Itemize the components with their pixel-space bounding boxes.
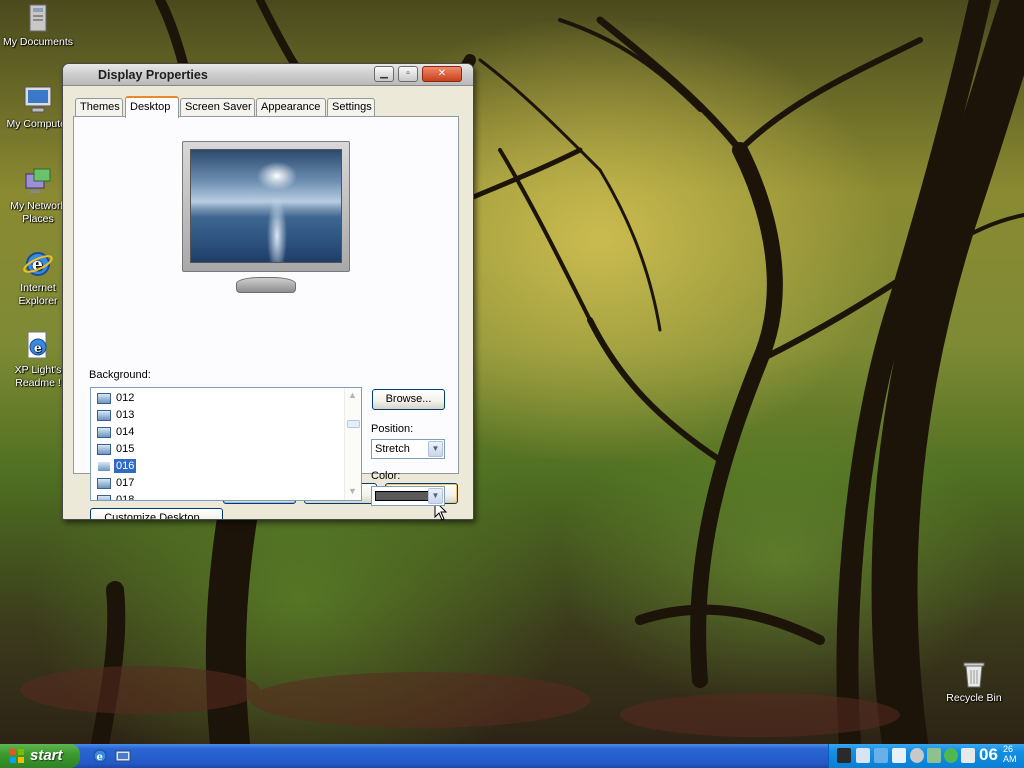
background-list-item[interactable]: 013	[95, 407, 345, 424]
chevron-down-icon[interactable]: ▼	[428, 441, 443, 457]
background-list-item[interactable]: 012	[95, 390, 345, 407]
position-select[interactable]: Stretch ▼	[371, 439, 445, 459]
tab-appearance[interactable]: Appearance	[256, 98, 326, 117]
desktop-icon-label: My Documents	[2, 36, 74, 48]
drive-tray-icon[interactable]	[961, 748, 975, 763]
scroll-up-icon[interactable]: ▲	[348, 390, 357, 400]
update-tray-icon[interactable]	[944, 748, 958, 763]
scroll-down-icon[interactable]: ▼	[348, 486, 357, 496]
clock-ampm[interactable]: AM	[1003, 754, 1017, 764]
background-item-label: 014	[116, 426, 135, 438]
network-icon	[25, 168, 51, 193]
svg-text:e: e	[97, 752, 103, 763]
internet-explorer-icon: e	[23, 252, 53, 276]
position-value: Stretch	[375, 443, 410, 455]
background-list-item[interactable]: 015	[95, 441, 345, 458]
background-item-label: 017	[116, 477, 135, 489]
settings-tray-icon[interactable]	[910, 748, 924, 763]
display-properties-window: Display Properties ▁ ▫ ✕ Themes Desktop …	[62, 63, 474, 520]
desktop-tab-panel: Background: 012 013 014 015 016 017 018 ▲ ▼ Br…	[73, 116, 459, 519]
internet-explorer-icon[interactable]: e	[92, 748, 108, 764]
background-item-label: 018	[116, 494, 135, 501]
window-tray-icon[interactable]	[874, 748, 888, 763]
desktop-icon-label: Recycle Bin	[946, 692, 1002, 704]
image-file-icon	[97, 478, 111, 489]
background-item-label: 016	[114, 459, 137, 473]
taskbar: start e 06 26 AM	[0, 744, 1024, 768]
color-swatch	[375, 491, 429, 501]
tab-themes[interactable]: Themes	[75, 98, 123, 117]
background-list-item[interactable]: 016	[95, 458, 345, 475]
color-picker[interactable]: ▼	[371, 486, 445, 506]
color-label: Color:	[371, 470, 401, 482]
folder-tray-icon[interactable]	[892, 748, 906, 763]
position-label: Position:	[371, 423, 414, 435]
scroll-thumb[interactable]	[347, 420, 360, 428]
tab-desktop[interactable]: Desktop	[125, 96, 179, 118]
background-item-label: 015	[116, 443, 135, 455]
background-list-item[interactable]: 018	[95, 492, 345, 501]
system-tray: 06 26 AM	[828, 744, 1024, 768]
network-tray-icon[interactable]	[837, 748, 851, 763]
readme-shortcut-icon: e	[27, 331, 47, 359]
image-file-icon	[97, 495, 111, 500]
browse-button[interactable]: Browse...	[372, 389, 445, 410]
windows-logo-icon	[10, 749, 24, 763]
folder-icon	[29, 4, 47, 32]
maximize-button[interactable]: ▫	[398, 66, 418, 82]
wallpaper-preview-monitor	[182, 141, 350, 293]
chevron-down-icon[interactable]: ▼	[428, 488, 443, 504]
clock-hour[interactable]: 06	[979, 745, 998, 765]
background-list-scrollbar[interactable]: ▲ ▼	[344, 388, 361, 500]
maximize-icon: ▫	[406, 68, 410, 79]
start-label: start	[30, 747, 63, 764]
monitor-bezel	[182, 141, 350, 272]
image-file-icon	[97, 393, 111, 404]
svg-text:e: e	[34, 341, 42, 355]
image-file-icon	[97, 444, 111, 455]
close-icon: ✕	[437, 68, 447, 79]
display-tray-icon[interactable]	[856, 748, 870, 763]
tab-screen-saver[interactable]: Screen Saver	[180, 98, 255, 117]
background-label: Background:	[89, 369, 151, 381]
monitor-stand	[236, 277, 296, 293]
minimize-button[interactable]: ▁	[374, 66, 394, 82]
start-button[interactable]: start	[0, 744, 80, 768]
background-item-label: 013	[116, 409, 135, 421]
background-list-item[interactable]: 014	[95, 424, 345, 441]
wallpaper-preview	[190, 149, 342, 263]
close-button[interactable]: ✕	[422, 66, 462, 82]
desktop-icon-recycle-bin[interactable]: Recycle Bin	[936, 658, 1012, 705]
background-list-item[interactable]: 017	[95, 475, 345, 492]
recycle-bin-icon	[963, 662, 985, 688]
tab-settings[interactable]: Settings	[327, 98, 375, 117]
desktop-icon-label: XP Light's Readme !	[14, 364, 62, 389]
computer-icon	[24, 86, 52, 113]
title-bar[interactable]: Display Properties ▁ ▫ ✕	[63, 64, 473, 86]
window-title: Display Properties	[98, 68, 208, 82]
background-item-label: 012	[116, 392, 135, 404]
customize-desktop-button[interactable]: Customize Desktop...	[90, 508, 223, 519]
clock-minute[interactable]: 26	[1003, 744, 1013, 754]
desktop-icon-label: My Network Places	[10, 200, 66, 225]
tool-tray-icon[interactable]	[927, 748, 941, 763]
desktop-icon-my-documents[interactable]: My Documents	[0, 2, 76, 49]
desktop-icon-label: Internet Explorer	[18, 282, 58, 307]
image-file-icon	[97, 461, 111, 472]
show-desktop-icon[interactable]	[115, 748, 131, 764]
image-file-icon	[97, 427, 111, 438]
desktop-icon-label: My Computer	[6, 118, 70, 130]
background-listbox[interactable]: 012 013 014 015 016 017 018 ▲ ▼	[90, 387, 362, 501]
minimize-icon: ▁	[380, 68, 388, 79]
image-file-icon	[97, 410, 111, 421]
